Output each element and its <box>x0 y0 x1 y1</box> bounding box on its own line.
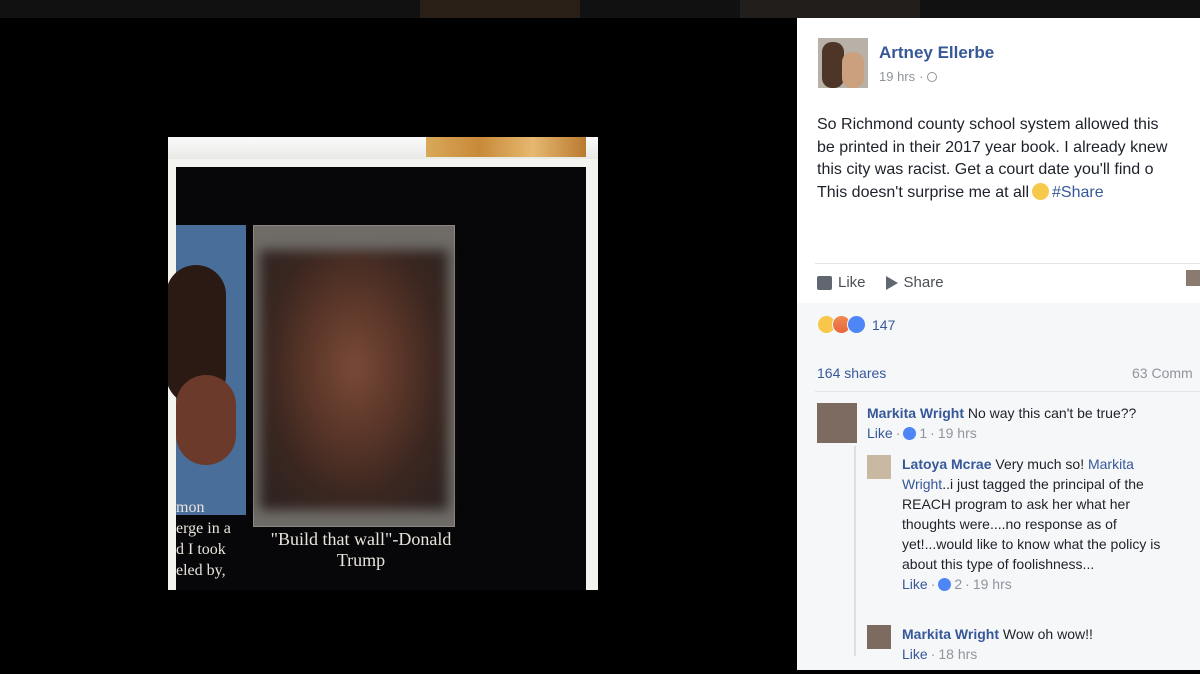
post-meta: 19 hrs · <box>879 69 938 84</box>
comment-time[interactable]: 19 hrs <box>938 423 977 443</box>
reaction-count[interactable]: 147 <box>872 317 895 333</box>
comment-time[interactable]: 19 hrs <box>973 574 1012 594</box>
commenter-avatar[interactable] <box>867 625 891 649</box>
reactions-summary[interactable]: 147 <box>817 315 895 334</box>
meta-separator: · <box>919 69 924 84</box>
comment: Markita Wright No way this can't be true… <box>867 405 1137 443</box>
comment-like-link[interactable]: Like <box>902 644 928 664</box>
comment-reply: Markita Wright Wow oh wow!! Like · 18 hr… <box>902 626 1093 664</box>
post-text: So Richmond county school system allowed… <box>817 116 1168 201</box>
yearbook-page: mon erge in a d I took eled by, "Build t… <box>168 167 586 590</box>
post-panel: Artney Ellerbe 19 hrs · So Richmond coun… <box>797 18 1200 670</box>
divider <box>815 391 1200 392</box>
food-background <box>426 137 586 157</box>
thumbs-up-icon <box>817 275 832 290</box>
commenter-avatar[interactable] <box>817 403 857 443</box>
top-strip <box>0 0 1200 18</box>
comment-like-link[interactable]: Like <box>902 574 928 594</box>
post-time[interactable]: 19 hrs <box>879 69 915 84</box>
author-avatar[interactable] <box>818 38 868 88</box>
confused-emoji-icon <box>1032 182 1050 200</box>
commenter-avatar[interactable] <box>867 455 891 479</box>
engagement-section: 147 164 shares 63 Comm Markita Wright No… <box>797 303 1200 670</box>
comment-reply: Latoya Mcrae Very much so! Markita Wrigh… <box>902 456 1161 594</box>
commenter-name[interactable]: Latoya Mcrae <box>902 456 991 472</box>
portrait-caption: "Build that wall"-Donald Trump <box>270 529 452 570</box>
author-name[interactable]: Artney Ellerbe <box>879 43 994 63</box>
globe-icon <box>927 71 938 82</box>
portrait-left <box>168 225 246 515</box>
shares-count[interactable]: 164 shares <box>817 365 886 381</box>
divider <box>815 263 1200 264</box>
left-caption: mon erge in a d I took eled by, <box>176 499 231 579</box>
like-reaction-icon <box>938 577 952 591</box>
photo-viewer: mon erge in a d I took eled by, "Build t… <box>0 18 797 670</box>
like-button[interactable]: Like <box>817 274 866 291</box>
like-reaction-icon <box>903 426 917 440</box>
mention-link[interactable]: Wright <box>902 476 942 492</box>
reply-thread-line <box>854 446 856 656</box>
action-bar: Like Share <box>817 274 944 291</box>
viewer-avatar[interactable] <box>1186 270 1200 286</box>
hashtag-link[interactable]: #Share <box>1052 184 1104 201</box>
like-reaction-icon <box>847 315 866 334</box>
commenter-name[interactable]: Markita Wright <box>867 405 964 421</box>
commenter-name[interactable]: Markita Wright <box>902 626 999 642</box>
comment-time[interactable]: 18 hrs <box>938 644 977 664</box>
blurred-portrait <box>253 225 455 527</box>
mention-link[interactable]: Markita <box>1088 456 1134 472</box>
share-button[interactable]: Share <box>885 274 944 291</box>
comments-count[interactable]: 63 Comm <box>1132 365 1193 381</box>
comment-like-link[interactable]: Like <box>867 423 893 443</box>
post-photo[interactable]: mon erge in a d I took eled by, "Build t… <box>168 137 598 590</box>
share-arrow-icon <box>885 275 898 290</box>
